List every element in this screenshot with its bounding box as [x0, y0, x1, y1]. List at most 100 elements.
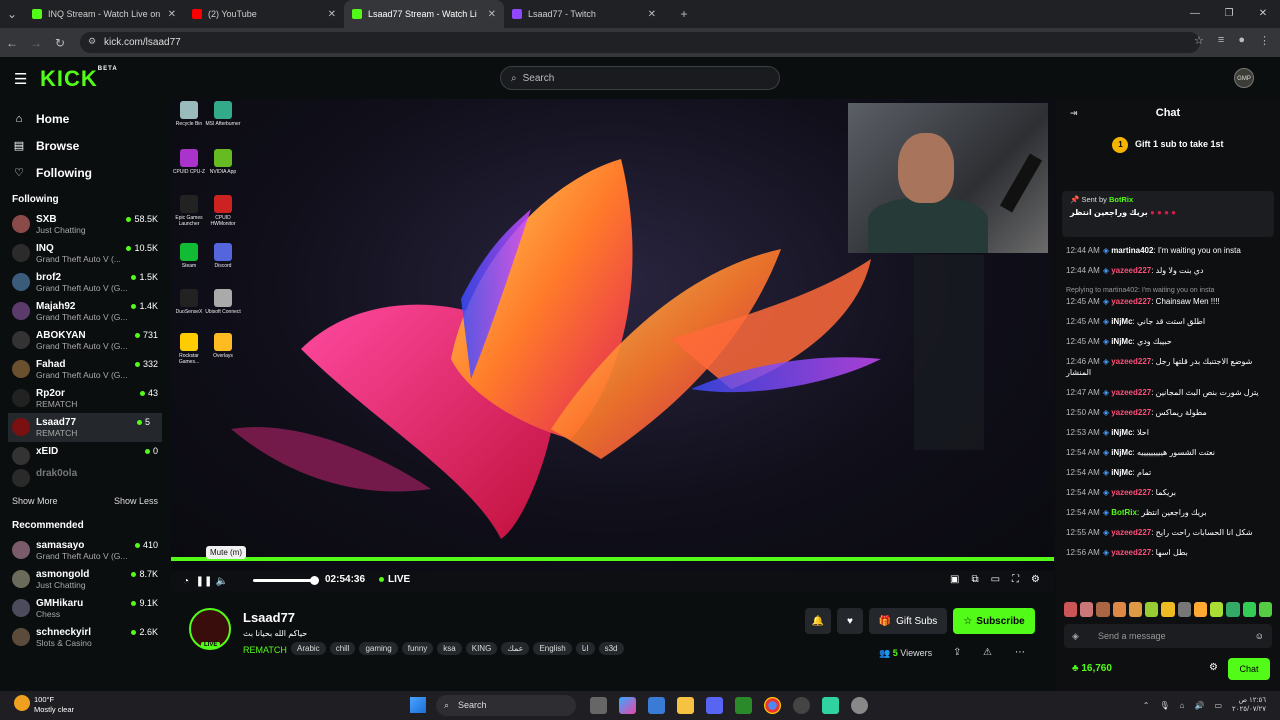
stream-tag[interactable]: ksa — [437, 642, 462, 655]
site-info-icon[interactable]: ⚙ — [88, 36, 96, 47]
share-icon[interactable]: ⇪ — [953, 647, 961, 658]
sidebar-channel[interactable]: ABOKYAN Grand Theft Auto V (G... 731 — [0, 326, 170, 355]
sidebar-channel[interactable]: INQ Grand Theft Auto V (... 10.5K — [0, 239, 170, 268]
emote-icon[interactable] — [1112, 602, 1126, 617]
mic-icon[interactable]: 🎙 — [1160, 701, 1170, 710]
emoji-icon[interactable]: ☺ — [1255, 624, 1264, 648]
message-user[interactable]: iNjMc — [1111, 428, 1132, 437]
stream-tag[interactable]: عمك — [501, 642, 530, 655]
network-icon[interactable]: ⌂ — [1180, 701, 1185, 710]
tab-close-icon[interactable]: ✕ — [648, 9, 656, 20]
settings-app-icon[interactable] — [851, 697, 868, 714]
weather-widget[interactable]: 100°F Mostly clear — [14, 695, 74, 715]
app-green-icon[interactable] — [822, 697, 839, 714]
sidebar-channel[interactable]: drak0ola — [0, 464, 170, 487]
follow-heart-button[interactable]: ♥ — [837, 608, 863, 634]
reload-icon[interactable]: ↻ — [48, 36, 72, 50]
store-icon[interactable] — [648, 697, 665, 714]
emote-icon[interactable] — [1226, 602, 1240, 617]
sidebar-channel[interactable]: Majah92 Grand Theft Auto V (G... 1.4K — [0, 297, 170, 326]
sidebar-channel[interactable]: Lsaad77 REMATCH 5 — [8, 413, 162, 442]
browser-tab[interactable]: Lsaad77 Stream - Watch Li ✕ — [344, 0, 504, 28]
subscribe-button[interactable]: ☆ Subscribe — [953, 608, 1035, 634]
hamburger-menu-icon[interactable]: ☰ — [14, 70, 27, 88]
stream-tag[interactable]: funny — [401, 642, 434, 655]
xbox-icon[interactable] — [735, 697, 752, 714]
report-icon[interactable]: ⚠ — [983, 647, 992, 658]
stream-tag[interactable]: s3d — [598, 642, 624, 655]
message-user[interactable]: yazeed227 — [1111, 266, 1151, 275]
copilot-icon[interactable] — [619, 697, 636, 714]
nav-browse[interactable]: ▤ Browse — [0, 132, 170, 159]
show-less-button[interactable]: Show Less — [114, 496, 158, 506]
new-tab-button[interactable]: + — [672, 7, 696, 21]
more-icon[interactable]: ⋯ — [1015, 647, 1025, 658]
settings-gear-icon[interactable]: ⚙ — [1031, 574, 1040, 585]
stream-tag[interactable]: Arabic — [291, 642, 326, 655]
sidebar-channel[interactable]: Fahad Grand Theft Auto V (G... 332 — [0, 355, 170, 384]
speaker-icon[interactable]: 🔊 — [1195, 701, 1205, 710]
file-explorer-icon[interactable] — [677, 697, 694, 714]
notification-bell-button[interactable]: 🔔 — [805, 608, 831, 634]
kick-emote-icon[interactable]: ◈ — [1072, 624, 1079, 648]
forward-icon[interactable]: → — [24, 36, 48, 50]
channel-points[interactable]: ♣ 16,760 — [1072, 663, 1112, 674]
stream-tag[interactable]: gaming — [359, 642, 398, 655]
bookmark-star-icon[interactable]: ☆ — [1194, 34, 1204, 47]
close-window-icon[interactable]: ✕ — [1246, 0, 1280, 28]
windows-start-icon[interactable] — [410, 697, 426, 713]
message-user[interactable]: yazeed227 — [1111, 528, 1151, 537]
chat-send-button[interactable]: Chat — [1228, 658, 1270, 680]
video-player[interactable]: Recycle Bin MSI Afterburner CPUID CPU-Z NVI… — [171, 99, 1054, 571]
emote-icon[interactable] — [1242, 602, 1256, 617]
message-user[interactable]: yazeed227 — [1111, 488, 1151, 497]
chat-settings-icon[interactable]: ⚙ — [1209, 662, 1218, 673]
tab-search-icon[interactable]: ⌄ — [0, 7, 24, 21]
stream-progress-bar[interactable] — [171, 557, 1054, 561]
kick-logo[interactable]: KICKBETA — [40, 66, 118, 92]
search-input[interactable]: ⌕ Search — [500, 66, 780, 90]
message-user[interactable]: yazeed227 — [1111, 297, 1151, 306]
message-user[interactable]: iNjMc — [1111, 468, 1132, 477]
volume-icon[interactable]: 🔈 — [213, 576, 231, 587]
sidebar-channel[interactable]: GMHikaru Chess 9.1K — [0, 594, 170, 623]
stream-tag[interactable]: KING — [465, 642, 498, 655]
steelseries-icon[interactable] — [793, 697, 810, 714]
nav-following[interactable]: ♡ Following — [0, 159, 170, 186]
sidebar-channel[interactable]: asmongold Just Chatting 8.7K — [0, 565, 170, 594]
emote-icon[interactable] — [1096, 602, 1110, 617]
volume-slider[interactable] — [253, 576, 319, 585]
emote-icon[interactable] — [1064, 602, 1078, 617]
message-user[interactable]: BotRix — [1111, 508, 1137, 517]
emote-icon[interactable] — [1210, 602, 1224, 617]
pause-icon[interactable]: ❚❚ — [195, 576, 213, 587]
stream-category[interactable]: REMATCH — [243, 645, 287, 655]
menu-dots-icon[interactable]: ⋮ — [1259, 34, 1270, 47]
clip-icon[interactable]: ⧉ — [971, 574, 978, 585]
nav-home[interactable]: ⌂ Home — [0, 105, 170, 132]
stream-tag[interactable]: انا — [575, 642, 595, 655]
pinned-message[interactable]: 📌 Sent by BotRix بريك وراجعين انتظر ● ● … — [1062, 191, 1274, 237]
gift-subs-button[interactable]: 🎁 Gift Subs — [869, 608, 947, 634]
message-user[interactable]: yazeed227 — [1111, 388, 1151, 397]
tab-close-icon[interactable]: ✕ — [328, 9, 336, 20]
gift-leaderboard[interactable]: 1 Gift 1 sub to take 1st — [1056, 137, 1280, 153]
task-view-icon[interactable] — [590, 697, 607, 714]
sidebar-channel[interactable]: samasayo Grand Theft Auto V (G... 410 — [0, 536, 170, 565]
emote-icon[interactable] — [1128, 602, 1143, 617]
emote-icon[interactable] — [1080, 602, 1094, 617]
message-user[interactable]: martina402 — [1111, 246, 1153, 255]
url-field[interactable]: ⚙ kick.com/lsaad77 — [80, 32, 1200, 53]
channel-name[interactable]: Lsaad77 — [243, 610, 295, 625]
taskbar-search[interactable]: ⌕ Search — [436, 695, 576, 716]
emote-icon[interactable] — [1161, 602, 1175, 617]
message-user[interactable]: iNjMc — [1111, 448, 1132, 457]
message-user[interactable]: yazeed227 — [1111, 408, 1151, 417]
sidebar-channel[interactable]: brof2 Grand Theft Auto V (G... 1.5K — [0, 268, 170, 297]
browser-tab[interactable]: (2) YouTube ✕ — [184, 0, 344, 28]
message-user[interactable]: yazeed227 — [1111, 357, 1151, 366]
media-control-icon[interactable]: ≡ — [1218, 34, 1224, 47]
discord-icon[interactable] — [706, 697, 723, 714]
stream-tag[interactable]: chill — [329, 642, 356, 655]
emote-icon[interactable] — [1177, 602, 1191, 617]
